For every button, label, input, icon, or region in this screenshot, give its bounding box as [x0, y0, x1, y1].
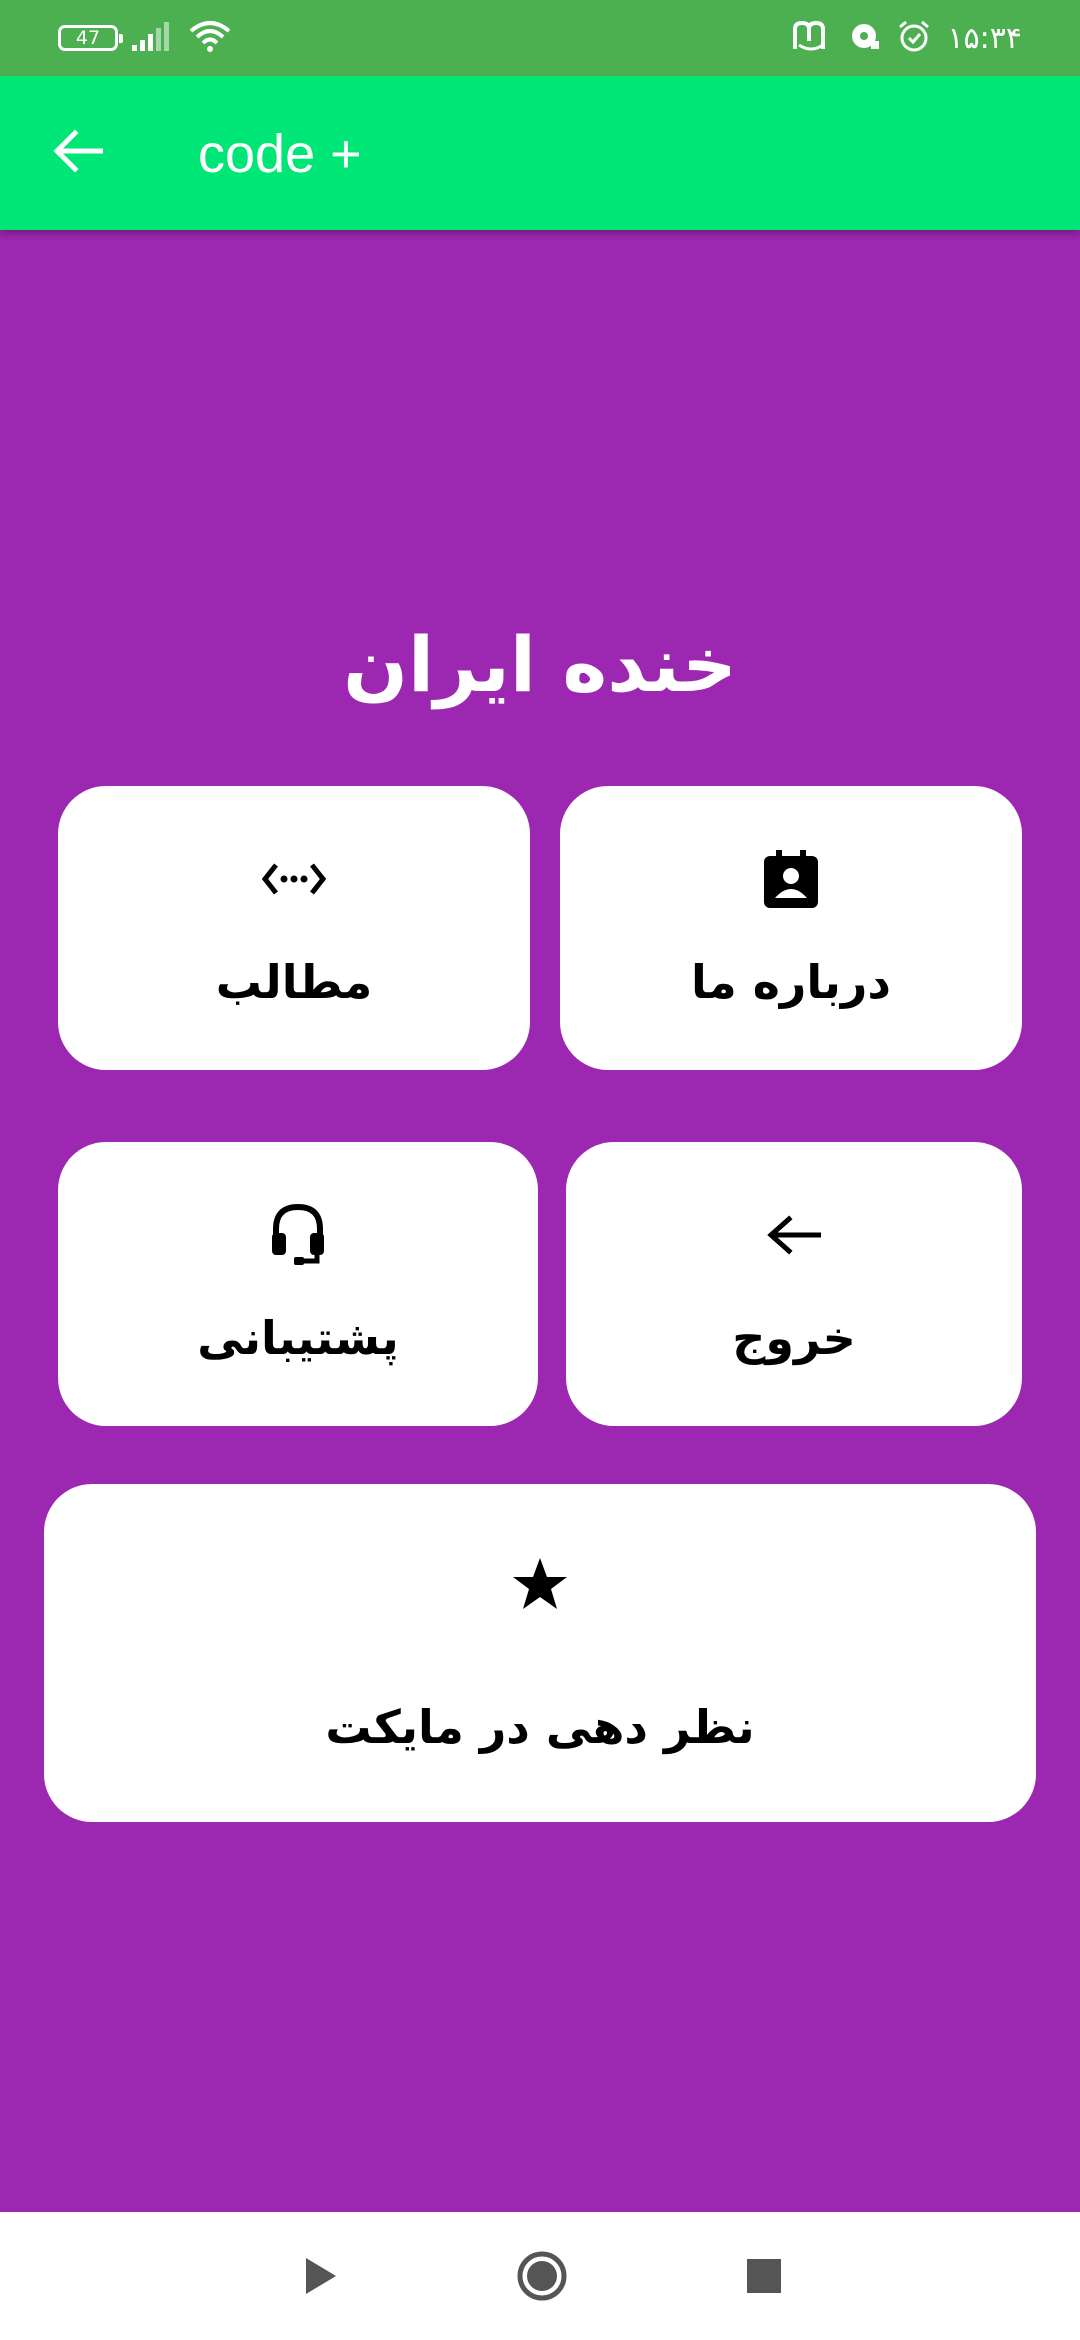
back-button[interactable]	[38, 113, 118, 193]
status-bar: 47 ۱۵:۳۴	[0, 0, 1080, 76]
headset-icon	[270, 1203, 326, 1267]
content-label: مطالب	[215, 955, 373, 1009]
status-time: ۱۵:۳۴	[947, 20, 1022, 56]
contact-card-icon	[764, 847, 818, 911]
exit-button[interactable]: خروج	[566, 1142, 1022, 1426]
about-us-label: درباره ما	[690, 955, 892, 1009]
arrow-left-icon	[767, 1203, 821, 1267]
alarm-icon	[897, 19, 931, 57]
home-circle-icon[interactable]	[508, 2242, 576, 2310]
star-icon	[511, 1552, 569, 1616]
arrow-left-icon	[53, 129, 104, 177]
signal-icon	[132, 21, 174, 55]
about-us-button[interactable]: درباره ما	[560, 786, 1022, 1070]
app-bar: code +	[0, 76, 1080, 230]
media-icon	[847, 19, 881, 57]
support-label: پشتیبانی	[197, 1311, 399, 1365]
wifi-icon	[188, 19, 232, 57]
back-triangle-icon[interactable]	[286, 2242, 354, 2310]
recents-square-icon[interactable]	[730, 2242, 798, 2310]
status-left: 47	[58, 16, 232, 60]
status-right: ۱۵:۳۴	[791, 16, 1022, 60]
app-title: code +	[198, 124, 362, 184]
brand-title: خنده ایران	[343, 620, 737, 709]
battery-icon: 47	[58, 25, 123, 51]
battery-level: 47	[75, 27, 101, 49]
code-icon	[262, 847, 326, 911]
support-button[interactable]: پشتیبانی	[58, 1142, 538, 1426]
app-m-icon	[791, 19, 831, 57]
content-button[interactable]: مطالب	[58, 786, 530, 1070]
navigation-bar	[0, 2212, 1080, 2340]
exit-label: خروج	[732, 1311, 856, 1365]
rate-on-myket-button[interactable]: نظر دهی در مایکت	[44, 1484, 1036, 1822]
rate-on-myket-label: نظر دهی در مایکت	[325, 1700, 755, 1754]
